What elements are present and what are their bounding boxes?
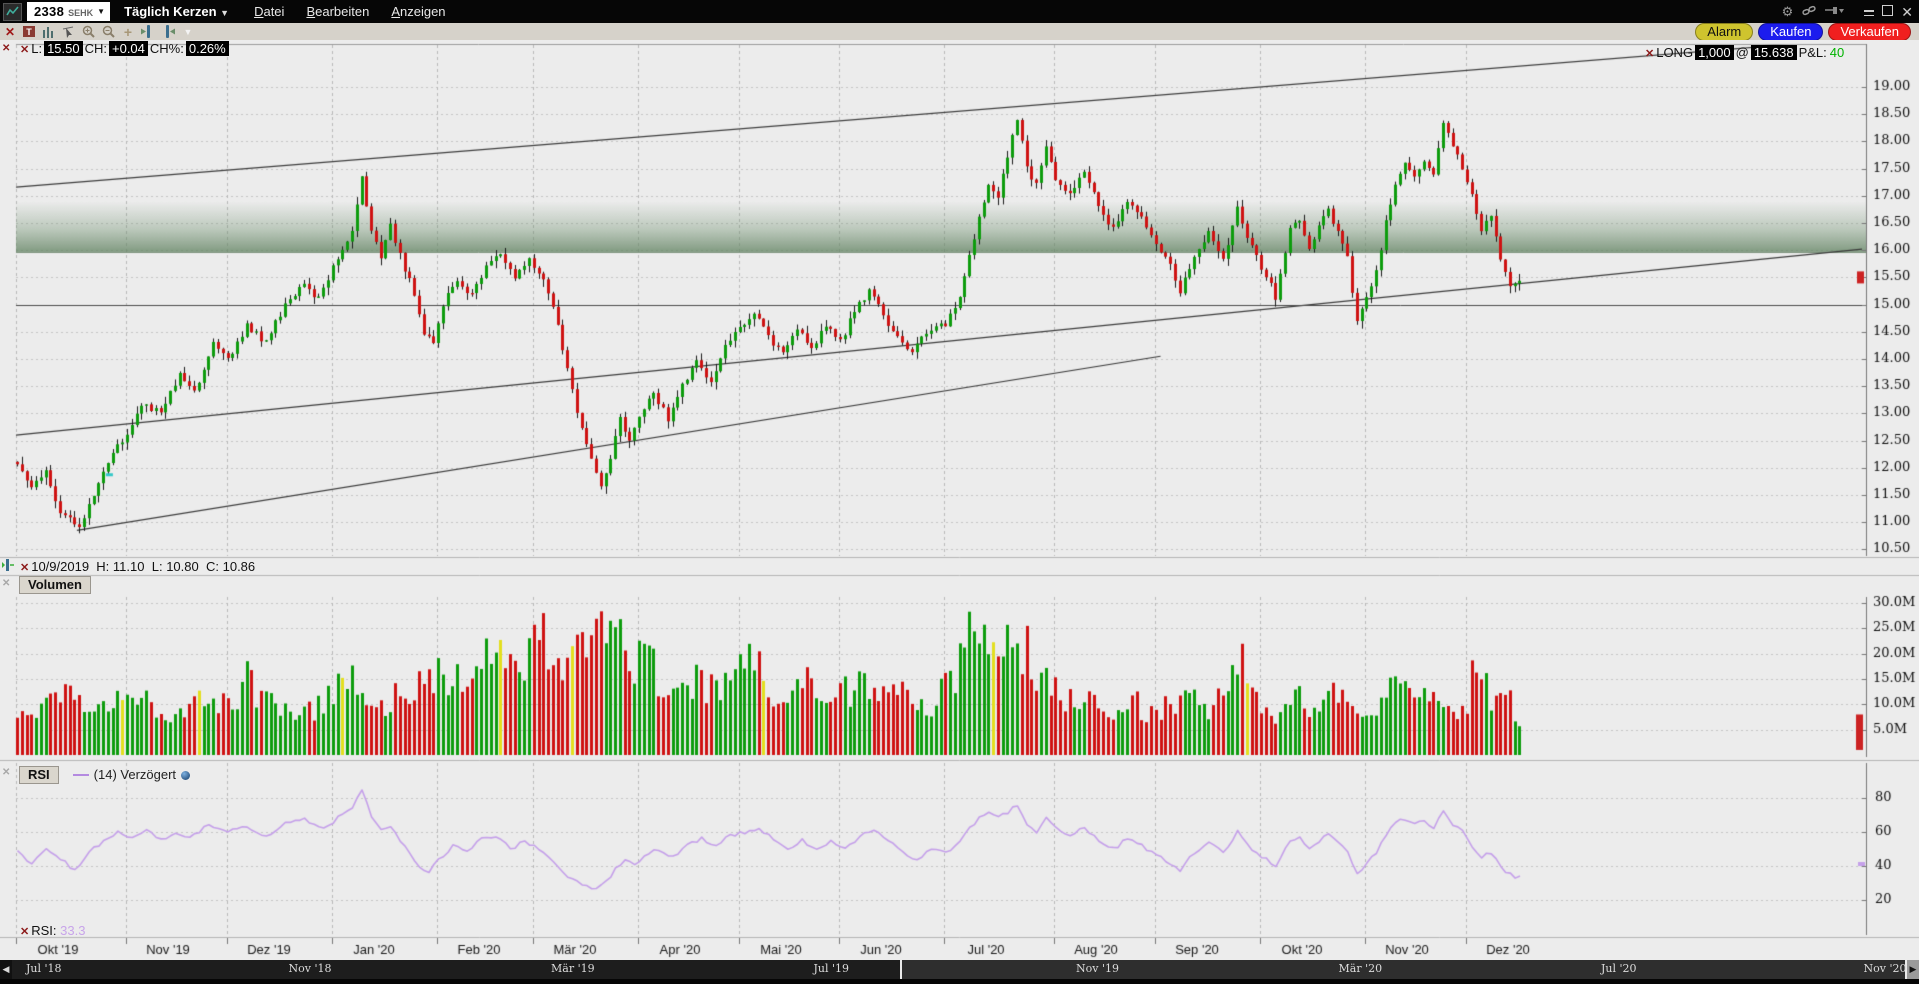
zoom-in-icon[interactable] — [81, 25, 95, 39]
restore-button[interactable] — [1882, 5, 1893, 18]
scrollbar-left-arrow[interactable]: ◀ — [0, 960, 12, 979]
rsi-panel-header: RSI (14) Verzögert — [19, 766, 190, 784]
scrollbar-right-arrow[interactable]: ▶ — [1907, 960, 1919, 979]
pnl-value: 40 — [1830, 45, 1844, 60]
rsi-settings-icon[interactable] — [181, 771, 190, 780]
exchange-text: SEHK — [68, 8, 93, 18]
menu-bearbeiten[interactable]: Bearbeiten — [306, 4, 369, 19]
scrollbar-label: Jul '20 — [1601, 962, 1637, 975]
menu-anzeigen[interactable]: Anzeigen — [391, 4, 445, 19]
time-scrollbar[interactable]: Jul '18 Nov '18 Mär '19 Jul '19 Nov '19 Mär '… — [0, 960, 1919, 979]
symbol-caret-icon: ▼ — [97, 7, 105, 16]
rsi-value-close-icon[interactable]: ✕ — [20, 926, 29, 938]
symbol-text: 2338 — [34, 4, 64, 19]
change-label: CH: — [85, 41, 107, 56]
settings-gear-icon[interactable]: ⚙ — [1782, 5, 1794, 18]
expand-bars-left-icon[interactable] — [141, 25, 155, 39]
change-pct-value: 0.26% — [186, 41, 229, 56]
volume-panel-header: Volumen — [19, 576, 91, 594]
high-value: 11.10 — [113, 559, 145, 574]
window-close-button[interactable]: ✕ — [1901, 5, 1913, 19]
rsi-title[interactable]: RSI — [19, 766, 59, 784]
ohlc-readout: ✕10/9/2019 H: 11.10 L: 10.80 C: 10.86 — [20, 559, 255, 574]
timeframe-caret-icon: ▼ — [220, 8, 229, 18]
text-tool-icon[interactable]: T — [23, 26, 35, 37]
timeframe-selector[interactable]: Täglich Kerzen ▼ — [124, 4, 229, 19]
sell-button[interactable]: Verkaufen — [1828, 23, 1911, 41]
chart-close-icon[interactable]: ✕ — [2, 44, 10, 54]
rsi-value: 33.3 — [60, 923, 85, 938]
scrollbar-label: Jul '18 — [26, 962, 62, 975]
more-tools-caret-icon[interactable]: ▼ — [181, 25, 195, 39]
position-qty: 1,000 — [1695, 45, 1734, 60]
scrollbar-label: Mär '19 — [551, 962, 595, 975]
scrollbar-label: Jul '19 — [814, 962, 850, 975]
last-value: 15.50 — [44, 41, 83, 56]
volume-title[interactable]: Volumen — [19, 576, 91, 594]
pin-icon[interactable] — [1825, 5, 1845, 18]
cursor-tool-icon[interactable] — [61, 25, 75, 39]
collapse-panel-icon[interactable] — [2, 559, 14, 574]
symbol-selector[interactable]: 2338 SEHK ▼ — [27, 2, 110, 21]
scrollbar-label: Nov '18 — [289, 962, 332, 975]
rsi-legend-line-sample — [73, 774, 89, 776]
rsi-value-readout: ✕RSI: 33.3 — [20, 923, 85, 938]
close-label: C: — [206, 559, 219, 574]
scrollbar-thumb[interactable] — [900, 960, 1907, 979]
title-bar: 2338 SEHK ▼ Täglich Kerzen ▼ Datei Bearb… — [0, 0, 1919, 23]
chart-canvas[interactable] — [0, 40, 1919, 960]
expand-bars-right-icon[interactable] — [161, 25, 175, 39]
position-side: LONG — [1656, 45, 1693, 60]
minimize-button[interactable] — [1864, 6, 1874, 18]
ohlc-close-icon[interactable]: ✕ — [20, 562, 29, 574]
timeframe-label: Täglich Kerzen — [124, 4, 216, 19]
at-sign: @ — [1736, 45, 1749, 60]
low-value: 10.80 — [166, 559, 199, 574]
window-bottom-edge — [0, 979, 1919, 984]
pnl-label: P&L: — [1799, 45, 1827, 60]
scrollbar-label: Mär '20 — [1339, 962, 1383, 975]
position-close-icon[interactable]: ✕ — [1645, 48, 1654, 60]
change-pct-label: CH%: — [150, 41, 184, 56]
trading-chart-window: 2338 SEHK ▼ Täglich Kerzen ▼ Datei Bearb… — [0, 0, 1919, 984]
buy-button[interactable]: Kaufen — [1758, 23, 1823, 41]
crosshair-icon[interactable]: + — [121, 25, 135, 39]
position-label: ✕LONG1,000@15.638P&L:40 — [1645, 45, 1844, 60]
rsi-close-icon[interactable]: ✕ — [2, 768, 10, 778]
close-panel-icon[interactable]: ✕ — [3, 25, 17, 39]
last-label: L: — [31, 41, 42, 56]
app-icon — [3, 3, 22, 21]
link-icon[interactable] — [1802, 5, 1816, 19]
rsi-value-label: RSI: — [31, 923, 56, 938]
high-label: H: — [96, 559, 109, 574]
volume-close-icon[interactable]: ✕ — [2, 579, 10, 589]
close-value: 10.86 — [223, 559, 256, 574]
quote-close-icon[interactable]: ✕ — [20, 44, 29, 56]
position-price: 15.638 — [1751, 45, 1797, 60]
scrollbar-label: Nov '19 — [1076, 962, 1119, 975]
rsi-legend-label: (14) Verzögert — [94, 767, 176, 782]
alarm-button[interactable]: Alarm — [1695, 23, 1753, 41]
chart-toolbar: ✕ T + ▼ Alarm Kaufen Verkaufen — [0, 23, 1919, 41]
menu-datei[interactable]: Datei — [254, 4, 284, 19]
ohlc-date: 10/9/2019 — [31, 559, 89, 574]
quote-label: ✕L:15.50CH:+0.04CH%:0.26% — [20, 41, 231, 56]
zoom-out-icon[interactable] — [101, 25, 115, 39]
bar-style-icon[interactable] — [41, 25, 55, 39]
low-label: L: — [152, 559, 163, 574]
scrollbar-label: Nov '20 — [1864, 962, 1907, 975]
change-value: +0.04 — [109, 41, 148, 56]
